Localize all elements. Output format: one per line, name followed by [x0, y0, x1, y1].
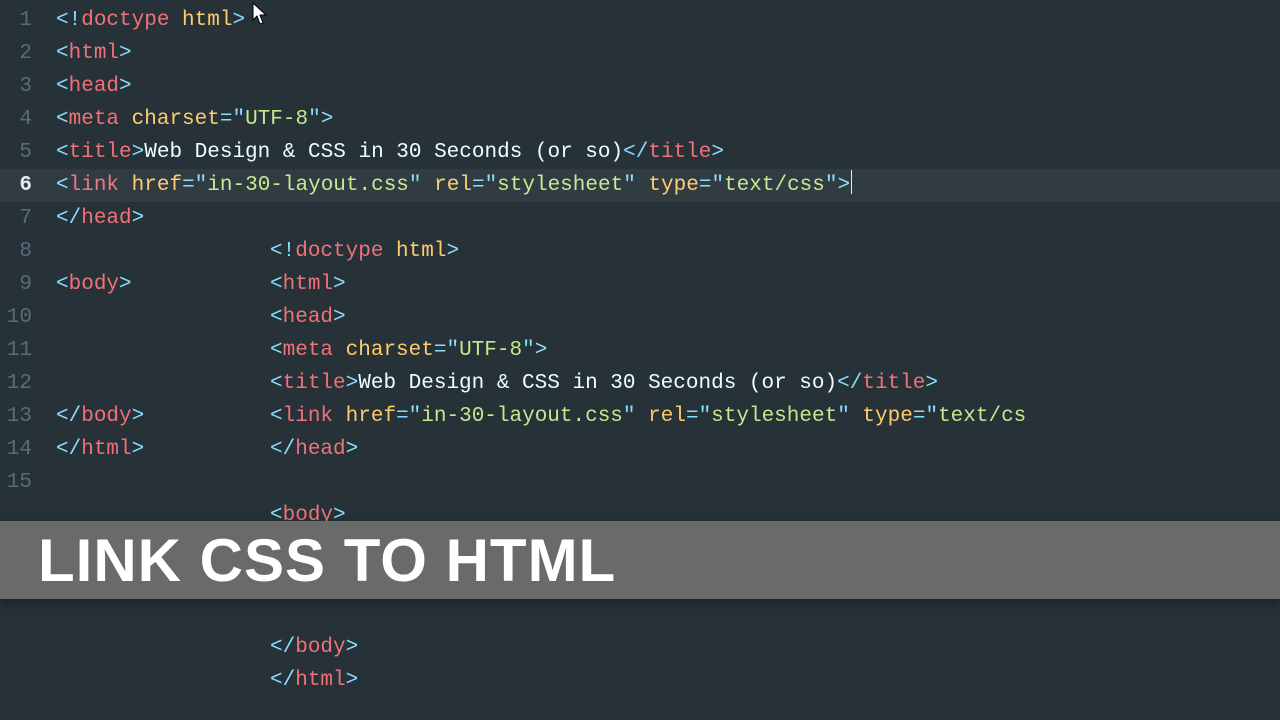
code-line[interactable]: <!doctype html>	[42, 4, 1280, 37]
text-cursor	[851, 170, 852, 194]
line-number: 3	[0, 70, 32, 103]
line-number-active: 6	[0, 169, 32, 202]
title-banner: LINK CSS TO HTML	[0, 521, 1280, 599]
banner-title: LINK CSS TO HTML	[38, 544, 616, 577]
code-line[interactable]: </head>	[42, 202, 1280, 235]
line-number: 7	[0, 202, 32, 235]
code-line[interactable]: <title>Web Design & CSS in 30 Seconds (o…	[42, 136, 1280, 169]
code-line[interactable]: <head>	[42, 70, 1280, 103]
line-number-gutter: 1 2 3 4 5 6 7 8 9 10 11 12 13 14 15	[0, 0, 42, 720]
line-number: 9	[0, 268, 32, 301]
code-editor[interactable]: 1 2 3 4 5 6 7 8 9 10 11 12 13 14 15 <!do…	[0, 0, 1280, 720]
code-line[interactable]	[42, 598, 1280, 631]
line-number: 8	[0, 235, 32, 268]
code-line-active[interactable]: <link href="in-30-layout.css" rel="style…	[42, 169, 1280, 202]
code-line[interactable]: </html> </head>	[42, 433, 1280, 466]
code-line[interactable]: <html>	[42, 37, 1280, 70]
line-number: 13	[0, 400, 32, 433]
code-line[interactable]: <head>	[42, 301, 1280, 334]
code-line[interactable]: </html>	[42, 664, 1280, 697]
line-number: 4	[0, 103, 32, 136]
code-line[interactable]: <meta charset="UTF-8">	[42, 103, 1280, 136]
line-number: 11	[0, 334, 32, 367]
line-number: 14	[0, 433, 32, 466]
line-number: 5	[0, 136, 32, 169]
line-number: 15	[0, 466, 32, 499]
code-line[interactable]: <title>Web Design & CSS in 30 Seconds (o…	[42, 367, 1280, 400]
code-area[interactable]: <!doctype html> <html> <head> <meta char…	[42, 0, 1280, 720]
line-number: 12	[0, 367, 32, 400]
code-line[interactable]: <!doctype html>	[42, 235, 1280, 268]
line-number: 1	[0, 4, 32, 37]
line-number: 10	[0, 301, 32, 334]
code-line[interactable]	[42, 466, 1280, 499]
code-line[interactable]: <meta charset="UTF-8">	[42, 334, 1280, 367]
code-line[interactable]: </body>	[42, 631, 1280, 664]
code-line[interactable]: </body> <link href="in-30-layout.css" re…	[42, 400, 1280, 433]
line-number: 2	[0, 37, 32, 70]
code-line[interactable]: <body> <html>	[42, 268, 1280, 301]
